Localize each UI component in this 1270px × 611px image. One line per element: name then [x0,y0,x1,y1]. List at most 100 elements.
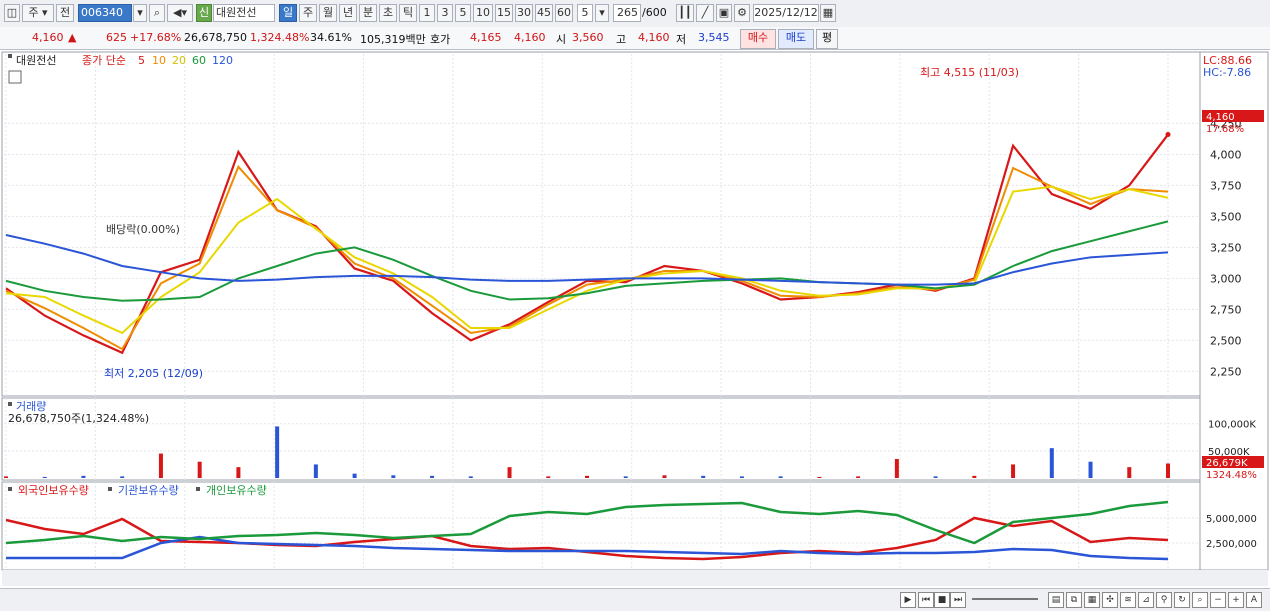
volume-tick-label: 100,000K [1208,420,1256,431]
copy-icon[interactable]: ⧉ [1066,592,1082,608]
volume-bar [120,476,125,478]
grid-icon[interactable]: ▦ [1084,592,1100,608]
period-day-tab[interactable]: 일 [279,4,297,22]
period-month-tab[interactable]: 월 [319,4,337,22]
current-pct-tag-label: 17.68% [1206,124,1244,135]
volume-bar [894,459,899,478]
table-icon[interactable] [8,70,22,84]
zoom-out-icon[interactable]: − [1210,592,1226,608]
interval-3-button[interactable]: 3 [437,4,453,22]
search-icon[interactable]: ⌕ [149,4,165,22]
evaluate-button[interactable]: 평 [816,29,838,49]
compare-icon[interactable]: ≋ [1120,592,1136,608]
volume-value-label: 26,678,750주(1,324.48%) [8,412,149,425]
draw-tool-icon[interactable]: ╱ [696,4,714,22]
high-annotation: 최고 4,515 (11/03) [920,66,1019,79]
volume-tag-label: 26,679K [1206,458,1248,469]
stock-label: 대원전선 [16,54,56,67]
market-type-label: 주 [28,6,39,19]
ask-price: 4,165 [470,31,502,44]
date-input[interactable]: 2025/12/12 [753,4,819,22]
institution-menu-icon[interactable] [108,487,112,491]
toolbar: ◫ 주 ▾ 전 006340 ▾ ⌕ ◀▾ 신 대원전선 일 주 월 년 분 초… [0,0,1270,28]
bar-count-input[interactable]: 265 [613,4,641,22]
price-tick-label: 3,250 [1210,241,1242,254]
bar-count-max: /600 [642,6,667,19]
stock-code-input[interactable]: 006340 [78,4,132,22]
individual-menu-icon[interactable] [196,487,200,491]
interval-10-button[interactable]: 10 [473,4,493,22]
period-year-tab[interactable]: 년 [339,4,357,22]
interval-5-button[interactable]: 5 [455,4,471,22]
ma120-label: 120 [212,54,233,67]
price-tick-label: 2,250 [1210,365,1242,378]
volume-value: 26,678,750 [184,31,247,44]
zoom-icon[interactable]: ⌕ [1192,592,1208,608]
volume-bar [546,476,551,478]
holdings-tick-label: 2,500,000 [1206,539,1257,550]
volume-bar [468,476,473,478]
interval-15-button[interactable]: 15 [495,4,513,22]
volume-bar [313,464,318,478]
refresh-icon[interactable]: ↻ [1174,592,1190,608]
volume-bar [739,476,744,478]
skip-forward-icon[interactable]: ⏭ [950,592,966,608]
price-change-pct: +17.68% [130,31,182,44]
sound-icon[interactable]: ◀▾ [167,4,193,22]
crosshair-icon[interactable]: ✣ [1102,592,1118,608]
code-dropdown-icon[interactable]: ▾ [133,4,147,22]
play-icon[interactable]: ▶ [900,592,916,608]
stock-chart[interactable]: 2,250 2,500 2,750 3,000 3,250 3,500 3,750 4,000… [0,50,1270,588]
current-price: 4,160 [32,31,64,44]
gear-icon[interactable]: ⚙ [734,4,750,22]
interval-dropdown-icon[interactable]: ▾ [595,4,609,22]
interval-input[interactable]: 5 [577,4,593,22]
quote-bar: 4,160 ▲ 625 +17.68% 26,678,750 1,324.48%… [0,27,1270,50]
stop-icon[interactable]: ■ [934,592,950,608]
period-week-tab[interactable]: 주 [299,4,317,22]
skip-back-icon[interactable]: ⏮ [918,592,934,608]
volume-bar [158,453,163,478]
period-minute-tab[interactable]: 분 [359,4,377,22]
interval-60-button[interactable]: 60 [555,4,573,22]
layout-icon[interactable]: ▤ [1048,592,1064,608]
volume-bar [81,475,86,478]
period-second-tab[interactable]: 초 [379,4,397,22]
prev-button[interactable]: 전 [56,4,74,22]
volume-bar [430,475,435,478]
interval-45-button[interactable]: 45 [535,4,553,22]
zoom-slider[interactable] [972,598,1038,600]
low-label: 저 [676,33,687,46]
interval-1-button[interactable]: 1 [419,4,435,22]
ruler-icon[interactable]: ⊿ [1138,592,1154,608]
market-type-select[interactable]: 주 ▾ [22,4,54,22]
x-axis-bar [2,570,1268,586]
period-tick-tab[interactable]: 틱 [399,4,417,22]
price-change: 625 [106,31,127,44]
volume-bar [197,461,202,478]
pin-icon[interactable]: ⚲ [1156,592,1172,608]
holdings-menu-icon[interactable] [8,487,12,491]
volume-bar [42,476,47,478]
price-tick-label: 4,000 [1210,148,1242,161]
new-badge: 신 [196,4,212,22]
chart-settings-icon[interactable]: ◫ [4,4,20,22]
candle-icon[interactable]: ┃┃ [676,4,694,22]
volume-bar [507,467,512,478]
zoom-in-icon[interactable]: + [1228,592,1244,608]
ma5-label: 5 [138,54,145,67]
stock-name-field[interactable]: 대원전선 [213,4,275,22]
low-annotation: 최저 2,205 (12/09) [104,367,203,380]
ma60-label: 60 [192,54,206,67]
volume-bar [1049,448,1054,478]
bid-price: 4,160 [514,31,546,44]
high-label: 고 [616,33,627,46]
volume-menu-icon[interactable] [8,402,12,406]
panel-menu-icon[interactable] [8,54,12,58]
interval-30-button[interactable]: 30 [515,4,533,22]
font-size-icon[interactable]: A [1246,592,1262,608]
buy-button[interactable]: 매수 [740,29,776,49]
sell-button[interactable]: 매도 [778,29,814,49]
save-icon[interactable]: ▣ [716,4,732,22]
calendar-icon[interactable]: ▦ [820,4,836,22]
